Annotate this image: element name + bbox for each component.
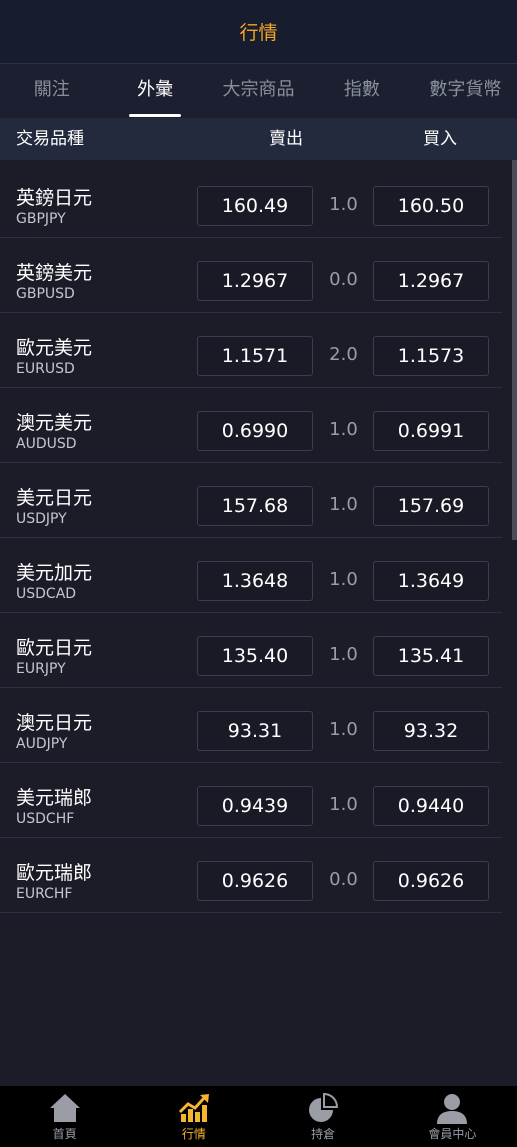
user-icon	[437, 1094, 468, 1124]
tab-crypto[interactable]: 數字貨幣	[414, 64, 517, 118]
buy-price-button[interactable]: 0.9626	[373, 861, 489, 901]
spread-value: 1.0	[329, 794, 358, 815]
list-scrollbar[interactable]	[512, 160, 517, 540]
tab-indices[interactable]: 指數	[310, 64, 413, 118]
column-header-buy: 買入	[423, 129, 457, 149]
buy-price-button[interactable]: 0.6991	[373, 411, 489, 451]
sell-price-button[interactable]: 160.49	[197, 186, 313, 226]
sell-price-button[interactable]: 0.9626	[197, 861, 313, 901]
sell-price-button[interactable]: 157.68	[197, 486, 313, 526]
buy-price-button[interactable]: 0.9440	[373, 786, 489, 826]
nav-item-positions[interactable]: 持倉	[259, 1086, 388, 1147]
column-header-symbol: 交易品種	[16, 129, 84, 149]
spread-value: 1.0	[329, 194, 358, 215]
symbol-name: 美元加元	[16, 562, 93, 584]
page-title: 行情	[239, 22, 278, 44]
spread-value: 1.0	[329, 719, 358, 740]
table-row[interactable]: 歐元美元 EURUSD 1.1571 2.0 1.1573	[0, 313, 502, 388]
symbol-name: 英鎊美元	[16, 262, 93, 284]
symbol-name: 歐元美元	[16, 337, 93, 359]
symbol-code: USDCAD	[16, 586, 77, 602]
tab-forex[interactable]: 外彙	[103, 64, 206, 118]
sell-price-button[interactable]: 1.2967	[197, 261, 313, 301]
nav-item-home[interactable]: 首頁	[0, 1086, 129, 1147]
table-row[interactable]: 澳元日元 AUDJPY 93.31 1.0 93.32	[0, 688, 502, 763]
nav-label: 首頁	[52, 1127, 77, 1141]
buy-price-button[interactable]: 1.1573	[373, 336, 489, 376]
buy-price-button[interactable]: 1.2967	[373, 261, 489, 301]
nav-label: 行情	[181, 1127, 206, 1141]
spread-value: 2.0	[329, 344, 358, 365]
tab-watchlist[interactable]: 關注	[0, 64, 103, 118]
symbol-code: EURCHF	[16, 886, 73, 902]
symbol-name: 美元瑞郎	[16, 787, 93, 809]
sell-price-button[interactable]: 1.1571	[197, 336, 313, 376]
symbol-name: 歐元瑞郎	[16, 862, 93, 884]
nav-item-market[interactable]: 行情	[129, 1086, 258, 1147]
symbol-code: USDCHF	[16, 811, 75, 827]
spread-value: 1.0	[329, 644, 358, 665]
nav-item-member[interactable]: 會員中心	[388, 1086, 517, 1147]
symbol-code: EURUSD	[16, 361, 75, 377]
sell-price-button[interactable]: 1.3648	[197, 561, 313, 601]
table-row[interactable]: 美元日元 USDJPY 157.68 1.0 157.69	[0, 463, 502, 538]
buy-price-button[interactable]: 1.3649	[373, 561, 489, 601]
symbol-name: 澳元日元	[16, 712, 93, 734]
tab-commodities[interactable]: 大宗商品	[207, 64, 310, 118]
symbol-code: AUDJPY	[16, 736, 68, 752]
column-header-sell: 賣出	[269, 129, 303, 149]
category-tabs: 關注 外彙 大宗商品 指數 數字貨幣	[0, 64, 517, 118]
table-row[interactable]: 英鎊日元 GBPJPY 160.49 1.0 160.50	[0, 163, 502, 238]
table-row[interactable]: 英鎊美元 GBPUSD 1.2967 0.0 1.2967	[0, 238, 502, 313]
symbol-code: AUDUSD	[16, 436, 77, 452]
table-header: 交易品種 賣出 買入	[0, 118, 517, 160]
spread-value: 1.0	[329, 419, 358, 440]
sell-price-button[interactable]: 135.40	[197, 636, 313, 676]
table-row[interactable]: 澳元美元 AUDUSD 0.6990 1.0 0.6991	[0, 388, 502, 463]
symbol-code: EURJPY	[16, 661, 66, 677]
spread-value: 1.0	[329, 569, 358, 590]
symbol-name: 澳元美元	[16, 412, 93, 434]
buy-price-button[interactable]: 157.69	[373, 486, 489, 526]
home-icon	[49, 1094, 80, 1122]
table-row[interactable]: 美元加元 USDCAD 1.3648 1.0 1.3649	[0, 538, 502, 613]
buy-price-button[interactable]: 135.41	[373, 636, 489, 676]
pie-chart-icon	[309, 1092, 339, 1122]
spread-value: 0.0	[329, 869, 358, 890]
table-row[interactable]: 歐元瑞郎 EURCHF 0.9626 0.0 0.9626	[0, 838, 502, 913]
symbol-code: GBPJPY	[16, 211, 66, 227]
symbol-name: 美元日元	[16, 487, 93, 509]
table-row[interactable]: 美元瑞郎 USDCHF 0.9439 1.0 0.9440	[0, 763, 502, 838]
nav-label: 會員中心	[428, 1127, 477, 1141]
chart-trend-icon	[178, 1094, 209, 1122]
sell-price-button[interactable]: 0.6990	[197, 411, 313, 451]
table-row[interactable]: 歐元日元 EURJPY 135.40 1.0 135.41	[0, 613, 502, 688]
symbol-code: USDJPY	[16, 511, 67, 527]
symbol-name: 歐元日元	[16, 637, 93, 659]
nav-label: 持倉	[311, 1127, 336, 1141]
bottom-navigation: 首頁 行情 持倉 會員中心	[0, 1086, 517, 1147]
app-header: 行情	[0, 0, 517, 64]
symbol-code: GBPUSD	[16, 286, 75, 302]
symbol-name: 英鎊日元	[16, 187, 93, 209]
buy-price-button[interactable]: 93.32	[373, 711, 489, 751]
sell-price-button[interactable]: 0.9439	[197, 786, 313, 826]
buy-price-button[interactable]: 160.50	[373, 186, 489, 226]
sell-price-button[interactable]: 93.31	[197, 711, 313, 751]
spread-value: 1.0	[329, 494, 358, 515]
spread-value: 0.0	[329, 269, 358, 290]
